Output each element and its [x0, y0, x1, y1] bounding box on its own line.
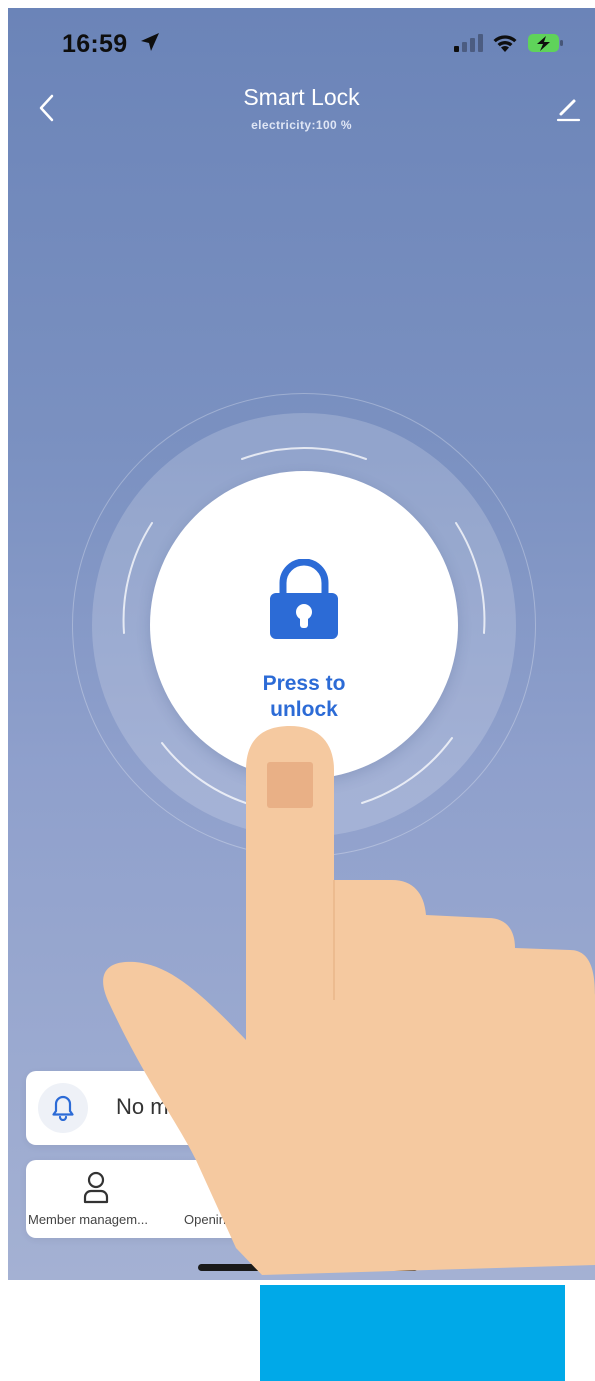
unlock-label-line2: unlock	[270, 698, 338, 721]
person-icon	[83, 1171, 109, 1204]
page-title: Smart Lock	[243, 84, 360, 110]
unlock-label: Press to unlock	[150, 671, 458, 723]
opening-item[interactable]: Opening	[182, 1160, 332, 1238]
status-icons	[453, 32, 565, 59]
bell-badge	[38, 1083, 88, 1133]
pencil-icon	[556, 99, 581, 122]
unlock-button[interactable]: Press to unlock	[150, 471, 458, 779]
phone-screen: 16:59 Smart Lock electricity:100 % Press…	[8, 8, 595, 1280]
bell-icon	[52, 1095, 74, 1121]
unlock-label-line1: Press to	[262, 672, 346, 695]
menu-card: Member managem... Opening	[26, 1160, 586, 1238]
home-indicator	[198, 1264, 418, 1271]
battery-level-text: electricity:100 %	[251, 118, 352, 132]
cellular-signal-icon	[453, 33, 483, 58]
member-management-item[interactable]: Member managem...	[26, 1160, 176, 1238]
opening-label: Opening	[184, 1212, 234, 1227]
battery-charging-icon	[527, 32, 565, 59]
status-time: 16:59	[62, 30, 161, 60]
sleeve-cuff	[260, 1285, 565, 1381]
status-time-text: 16:59	[62, 30, 128, 58]
location-arrow-icon	[139, 31, 161, 60]
member-management-label: Member managem...	[28, 1212, 148, 1227]
wifi-icon	[491, 32, 519, 59]
message-text: No m	[116, 1094, 169, 1119]
message-card[interactable]: No m	[26, 1071, 586, 1145]
edit-button[interactable]	[553, 92, 583, 124]
padlock-icon	[270, 559, 338, 639]
page: 16:59 Smart Lock electricity:100 % Press…	[0, 0, 595, 1381]
